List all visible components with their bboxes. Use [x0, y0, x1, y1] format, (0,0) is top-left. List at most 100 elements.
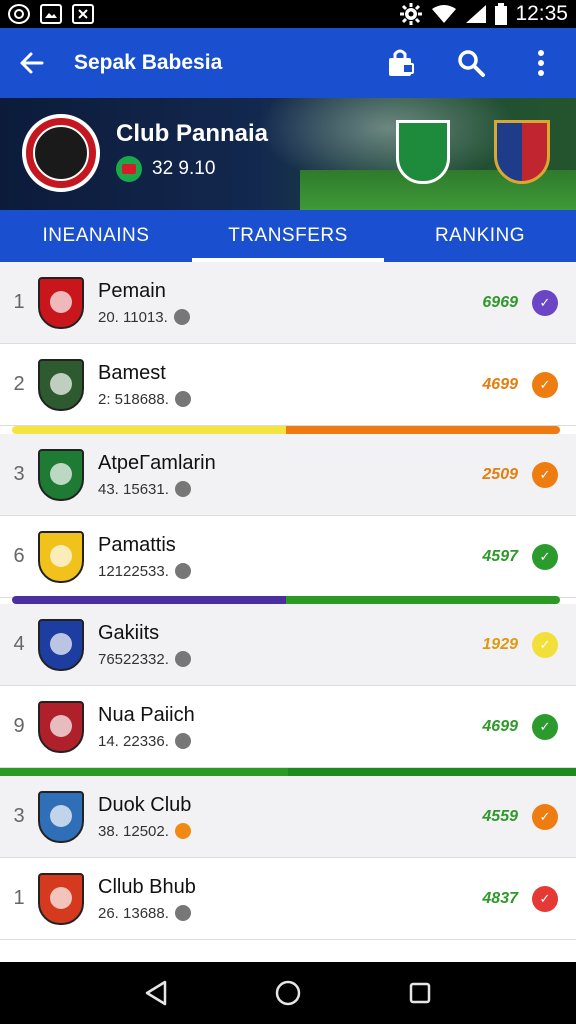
- table-row[interactable]: 1 Cllub Bhub 26. 13688. 4837 ✓: [0, 858, 576, 940]
- points-badge-icon: ✓: [532, 631, 558, 658]
- team-points: 1929: [482, 635, 518, 653]
- row-rank: 9: [13, 715, 25, 737]
- team-name: Cllub Bhub: [98, 875, 196, 898]
- info-icon: [174, 823, 191, 839]
- table-row[interactable]: 3 Duok Club 38. 12502. 4559 ✓: [0, 776, 576, 858]
- tab-ranking[interactable]: RANKING: [384, 210, 576, 262]
- team-crest: [38, 358, 84, 411]
- info-icon: [174, 733, 191, 749]
- info-icon: [174, 905, 191, 921]
- team-sub-value: 38. 12502.: [98, 822, 169, 840]
- points-badge-icon: ✓: [532, 713, 558, 740]
- info-icon: [174, 391, 191, 407]
- team-name: Gakiits: [98, 621, 160, 644]
- info-icon: [173, 309, 190, 325]
- table-row[interactable]: 4 Gakiits 76522332. 1929 ✓: [0, 604, 576, 686]
- team-name: Pamattis: [98, 533, 176, 556]
- team-points: 4559: [482, 807, 518, 825]
- status-bar: 12:35: [0, 0, 576, 28]
- club-meta: 32 9.10: [116, 156, 215, 182]
- sync-icon: [8, 4, 30, 24]
- points-badge-icon: ✓: [532, 885, 558, 912]
- nav-back-button[interactable]: [136, 973, 176, 1013]
- wifi-icon: [432, 5, 457, 23]
- tab-transfers[interactable]: TRANSFERS: [192, 210, 384, 262]
- nav-home-icon: [275, 980, 301, 1006]
- table-row[interactable]: 6 Pamattis 12122533. 4597 ✓: [0, 516, 576, 598]
- points-badge-icon: ✓: [532, 461, 558, 488]
- search-button[interactable]: [436, 28, 506, 98]
- team-sub-value: 76522332.: [98, 650, 169, 668]
- row-rank: 1: [13, 887, 25, 909]
- image-icon: [40, 4, 62, 24]
- row-rank: 2: [13, 373, 25, 395]
- ranking-list: 1 Pemain 20. 11013. 6969 ✓ 2 Bamest 2: 5…: [0, 262, 576, 962]
- team-name: AtpeΓamlarin: [98, 451, 216, 474]
- club-meta-badge-icon: [116, 156, 142, 182]
- app-root: 12:35 Sepak Babesia Club Pannaia 32 9.10: [0, 0, 576, 1024]
- divider-bar: [12, 426, 560, 434]
- back-arrow-icon: [20, 52, 44, 74]
- table-row[interactable]: 3 AtpeΓamlarin 43. 15631. 2509 ✓: [0, 434, 576, 516]
- team-sub-value: 26. 13688.: [98, 904, 169, 922]
- tab-ineanains[interactable]: INEANAINS: [0, 210, 192, 262]
- club-meta-value: 32 9.10: [152, 158, 216, 179]
- team-name: Bamest: [98, 361, 166, 384]
- team-crest: [38, 700, 84, 753]
- battery-icon: [495, 3, 508, 25]
- team-name: Pemain: [98, 279, 166, 302]
- nav-recents-button[interactable]: [400, 973, 440, 1013]
- club-name: Club Pannaia: [116, 120, 269, 147]
- table-row[interactable]: 9 Nua Paiich 14. 22336. 4699 ✓: [0, 686, 576, 768]
- row-rank: 1: [13, 291, 25, 313]
- nav-back-icon: [145, 980, 167, 1006]
- app-title: Sepak Babesia: [74, 51, 223, 74]
- app-bar: Sepak Babesia: [0, 28, 576, 98]
- nav-recents-icon: [409, 982, 431, 1004]
- team-sub-value: 12122533.: [98, 562, 169, 580]
- team-name: Nua Paiich: [98, 703, 195, 726]
- team-points: 6969: [482, 293, 518, 311]
- bag-lock-button[interactable]: [366, 28, 436, 98]
- row-rank: 3: [13, 463, 25, 485]
- nav-home-button[interactable]: [268, 973, 308, 1013]
- tab-bar: INEANAINS TRANSFERS RANKING: [0, 210, 576, 262]
- more-button[interactable]: [506, 28, 576, 98]
- signal-icon: [466, 5, 487, 23]
- team-crest: [38, 448, 84, 501]
- more-vert-icon: [538, 50, 544, 76]
- divider-bar: [0, 768, 576, 776]
- status-time: 12:35: [515, 2, 568, 25]
- table-row[interactable]: 1 Pemain 20. 11013. 6969 ✓: [0, 262, 576, 344]
- team-points: 4699: [482, 717, 518, 735]
- table-row[interactable]: 2 Bamest 2: 518688. 4699 ✓: [0, 344, 576, 426]
- settings-gear-icon: [400, 3, 423, 25]
- team-points: 2509: [482, 465, 518, 483]
- row-rank: 4: [13, 633, 25, 655]
- opponent-crest-1: [396, 120, 450, 184]
- bag-lock-icon: [389, 49, 414, 76]
- team-sub-value: 43. 15631.: [98, 480, 169, 498]
- opponent-crest-2: [494, 120, 550, 184]
- team-points: 4699: [482, 375, 518, 393]
- points-badge-icon: ✓: [532, 803, 558, 830]
- club-header: Club Pannaia 32 9.10: [0, 98, 576, 210]
- row-rank: 6: [13, 545, 25, 567]
- box-x-icon: [72, 4, 94, 24]
- info-icon: [174, 481, 191, 497]
- divider-bar: [12, 596, 560, 604]
- points-badge-icon: ✓: [532, 289, 558, 316]
- back-button[interactable]: [0, 28, 64, 98]
- club-crest: [22, 114, 100, 192]
- team-name: Duok Club: [98, 793, 192, 816]
- team-points: 4597: [482, 547, 518, 565]
- team-crest: [38, 276, 84, 329]
- team-sub-value: 14. 22336.: [98, 732, 169, 750]
- team-crest: [38, 790, 84, 843]
- info-icon: [174, 651, 191, 667]
- row-rank: 3: [13, 805, 25, 827]
- team-sub-value: 20. 11013.: [98, 308, 168, 326]
- team-sub-value: 2: 518688.: [98, 390, 169, 408]
- system-nav-bar: [0, 962, 576, 1024]
- search-icon: [458, 50, 485, 77]
